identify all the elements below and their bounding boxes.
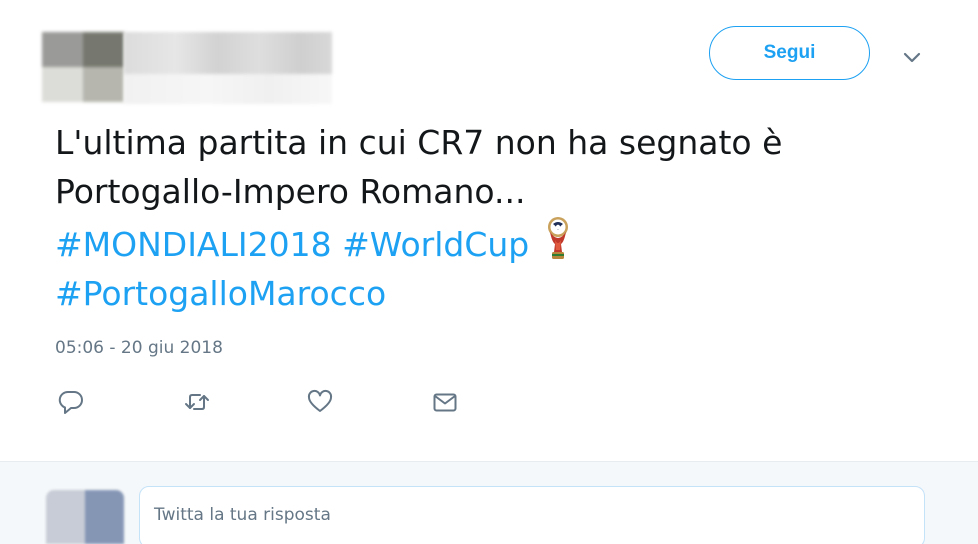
world-cup-trophy-icon [543, 216, 573, 262]
hashtag-link[interactable]: #MONDIALI2018 [55, 225, 332, 264]
hashtag-link[interactable]: #WorldCup [342, 225, 529, 264]
tweet-hashtag-line: #MONDIALI2018 #WorldCup [55, 216, 955, 269]
tweet-timestamp[interactable]: 05:06 - 20 giu 2018 [55, 338, 223, 358]
tweet-page: Segui L'ultima partita in cui CR7 non ha… [0, 0, 978, 544]
tweet-hashtag-line: #PortogalloMarocco [55, 269, 955, 318]
tweet-header: Segui [0, 0, 978, 115]
user-name-redacted[interactable] [124, 32, 332, 104]
reply-input[interactable]: Twitta la tua risposta [139, 486, 925, 544]
heart-icon[interactable] [306, 388, 334, 416]
avatar [46, 490, 124, 544]
reply-icon[interactable] [57, 388, 85, 416]
tweet-text-line: Portogallo-Impero Romano... [55, 172, 526, 211]
tweet-text: L'ultima partita in cui CR7 non ha segna… [55, 118, 955, 318]
follow-button[interactable]: Segui [709, 26, 870, 80]
hashtag-link[interactable]: #PortogalloMarocco [55, 274, 386, 313]
chevron-down-icon[interactable] [900, 46, 924, 70]
tweet-text-line: L'ultima partita in cui CR7 non ha segna… [55, 123, 783, 162]
avatar[interactable] [42, 32, 124, 102]
retweet-icon[interactable] [183, 388, 211, 416]
envelope-icon[interactable] [431, 388, 459, 416]
